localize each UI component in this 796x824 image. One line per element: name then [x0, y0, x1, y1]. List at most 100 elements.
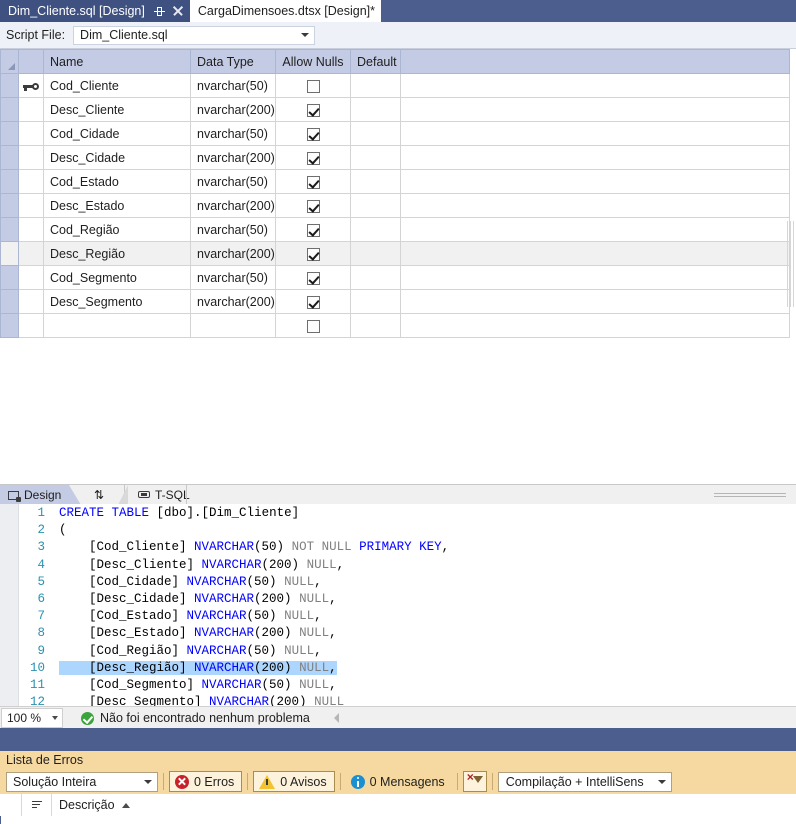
table-row[interactable]: Desc_Cliente nvarchar(200)	[0, 97, 790, 122]
cell-default[interactable]	[350, 193, 401, 218]
cell-data-type[interactable]: nvarchar(200)	[190, 97, 276, 122]
code-line[interactable]: 1 CREATE TABLE [dbo].[Dim_Cliente]	[19, 505, 449, 522]
cell-name[interactable]: Cod_Cidade	[43, 121, 191, 146]
cell-data-type[interactable]: nvarchar(50)	[190, 121, 276, 146]
header-data-type[interactable]: Data Type	[190, 49, 276, 74]
tab-tsql[interactable]: T-SQL	[118, 485, 200, 505]
code-line[interactable]: 8 [Desc_Estado] NVARCHAR(200) NULL,	[19, 625, 449, 642]
code-line[interactable]: 6 [Desc_Cidade] NVARCHAR(200) NULL,	[19, 591, 449, 608]
cell-default[interactable]	[350, 169, 401, 194]
document-tab-cargadimensoes[interactable]: CargaDimensoes.dtsx [Design]*	[189, 0, 382, 22]
select-all-corner[interactable]	[0, 49, 19, 74]
allow-nulls-checkbox[interactable]	[306, 271, 320, 285]
allow-nulls-checkbox[interactable]	[306, 319, 320, 333]
table-row[interactable]: Desc_Segmento nvarchar(200)	[0, 289, 790, 314]
cell-name[interactable]: Desc_Cliente	[43, 97, 191, 122]
cell-default[interactable]	[350, 265, 401, 290]
row-selector[interactable]	[0, 169, 19, 194]
row-selector[interactable]	[0, 217, 19, 242]
cell-name[interactable]: Desc_Estado	[43, 193, 191, 218]
cell-default[interactable]	[350, 241, 401, 266]
code-line[interactable]: 10 [Desc_Região] NVARCHAR(200) NULL,	[19, 660, 449, 677]
cell-name[interactable]: Cod_Estado	[43, 169, 191, 194]
cell-data-type[interactable]: nvarchar(200)	[190, 241, 276, 266]
scope-dropdown[interactable]: Solução Inteira	[6, 771, 158, 792]
cell-allow-nulls[interactable]	[275, 265, 351, 290]
cell-data-type[interactable]: nvarchar(50)	[190, 73, 276, 98]
cell-name[interactable]: Desc_Segmento	[43, 289, 191, 314]
chevron-left-icon[interactable]	[333, 713, 339, 723]
table-row[interactable]: Desc_Cidade nvarchar(200)	[0, 145, 790, 170]
code-line[interactable]: 12 [Desc_Segmento] NVARCHAR(200) NULL	[19, 694, 449, 706]
swap-panes-button[interactable]: ⇅	[86, 485, 112, 505]
code-line[interactable]: 11 [Cod_Segmento] NVARCHAR(50) NULL,	[19, 677, 449, 694]
row-selector[interactable]	[0, 289, 19, 314]
table-row[interactable]: Cod_Estado nvarchar(50)	[0, 169, 790, 194]
cell-data-type[interactable]	[190, 313, 276, 338]
cell-data-type[interactable]: nvarchar(200)	[190, 145, 276, 170]
table-row[interactable]: Cod_Região nvarchar(50)	[0, 217, 790, 242]
row-selector[interactable]	[0, 265, 19, 290]
table-row[interactable]: Desc_Estado nvarchar(200)	[0, 193, 790, 218]
row-selector[interactable]	[0, 313, 19, 338]
clear-filter-icon[interactable]	[462, 770, 487, 792]
cell-allow-nulls[interactable]	[275, 289, 351, 314]
cell-name[interactable]: Cod_Cliente	[43, 73, 191, 98]
cell-allow-nulls[interactable]	[275, 145, 351, 170]
grid-vertical-scrollbar[interactable]	[785, 221, 794, 307]
cell-allow-nulls[interactable]	[275, 97, 351, 122]
cell-allow-nulls[interactable]	[275, 217, 351, 242]
tab-design[interactable]: Design	[0, 485, 82, 505]
allow-nulls-checkbox[interactable]	[306, 247, 320, 261]
cell-default[interactable]	[350, 313, 401, 338]
messages-filter-button[interactable]: 0 Mensagens	[346, 771, 452, 792]
cell-data-type[interactable]: nvarchar(50)	[190, 265, 276, 290]
allow-nulls-checkbox[interactable]	[306, 151, 320, 165]
header-name[interactable]: Name	[43, 49, 191, 74]
allow-nulls-checkbox[interactable]	[306, 175, 320, 189]
cell-allow-nulls[interactable]	[275, 121, 351, 146]
error-list-col-icon[interactable]	[22, 794, 52, 816]
table-row[interactable]: Cod_Cidade nvarchar(50)	[0, 121, 790, 146]
cell-name[interactable]	[43, 313, 191, 338]
header-default[interactable]: Default	[350, 49, 401, 74]
cell-default[interactable]	[350, 289, 401, 314]
code-line[interactable]: 3 [Cod_Cliente] NVARCHAR(50) NOT NULL PR…	[19, 539, 449, 556]
build-filter-dropdown[interactable]: Compilação + IntelliSens	[497, 771, 672, 792]
cell-default[interactable]	[350, 145, 401, 170]
code-line[interactable]: 9 [Cod_Região] NVARCHAR(50) NULL,	[19, 643, 449, 660]
row-selector[interactable]	[0, 97, 19, 122]
document-tab-dim-cliente[interactable]: Dim_Cliente.sql [Design]	[0, 0, 190, 22]
error-list-col-description[interactable]: Descrição	[52, 794, 796, 816]
close-icon[interactable]	[172, 5, 184, 17]
cell-default[interactable]	[350, 73, 401, 98]
row-selector[interactable]	[0, 73, 19, 98]
cell-default[interactable]	[350, 97, 401, 122]
table-row[interactable]: Cod_Cliente nvarchar(50)	[0, 73, 790, 98]
row-selector[interactable]	[0, 145, 19, 170]
header-allow-nulls[interactable]: Allow Nulls	[275, 49, 351, 74]
row-selector[interactable]	[0, 241, 19, 266]
cell-data-type[interactable]: nvarchar(200)	[190, 193, 276, 218]
errors-filter-button[interactable]: 0 Erros	[169, 771, 243, 792]
editor-code-area[interactable]: 1 CREATE TABLE [dbo].[Dim_Cliente] 2(3 [Co…	[19, 505, 449, 706]
warnings-filter-button[interactable]: 0 Avisos	[253, 771, 335, 792]
code-line[interactable]: 5 [Cod_Cidade] NVARCHAR(50) NULL,	[19, 574, 449, 591]
code-line[interactable]: 7 [Cod_Estado] NVARCHAR(50) NULL,	[19, 608, 449, 625]
allow-nulls-checkbox[interactable]	[306, 79, 320, 93]
pin-icon[interactable]	[153, 6, 165, 17]
row-selector[interactable]	[0, 193, 19, 218]
allow-nulls-checkbox[interactable]	[306, 199, 320, 213]
allow-nulls-checkbox[interactable]	[306, 127, 320, 141]
pane-splitter-grip[interactable]	[714, 493, 786, 498]
cell-data-type[interactable]: nvarchar(50)	[190, 217, 276, 242]
code-line[interactable]: 4 [Desc_Cliente] NVARCHAR(200) NULL,	[19, 557, 449, 574]
table-row[interactable]	[0, 313, 790, 338]
code-line[interactable]: 2(	[19, 522, 449, 539]
allow-nulls-checkbox[interactable]	[306, 295, 320, 309]
zoom-level-dropdown[interactable]: 100 %	[1, 708, 63, 728]
cell-allow-nulls[interactable]	[275, 241, 351, 266]
cell-default[interactable]	[350, 121, 401, 146]
cell-allow-nulls[interactable]	[275, 193, 351, 218]
cell-allow-nulls[interactable]	[275, 169, 351, 194]
